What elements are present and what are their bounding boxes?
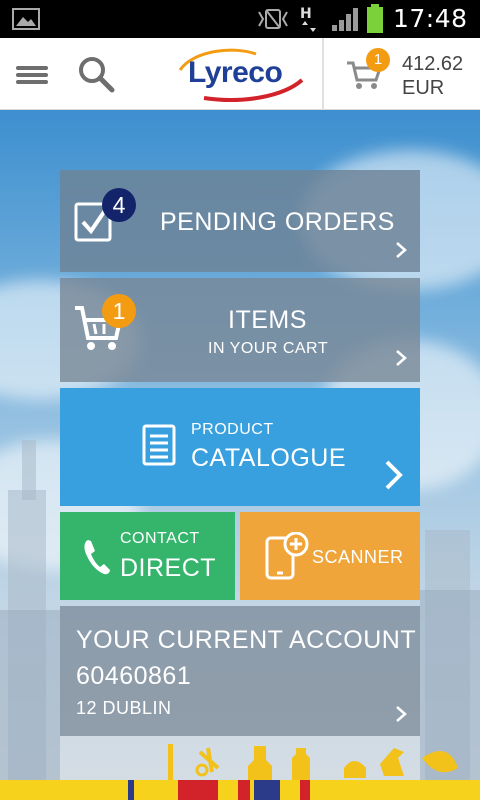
- pending-orders-badge: 4: [102, 188, 136, 222]
- chevron-right-icon: [396, 242, 407, 258]
- cart-items-badge: 1: [102, 294, 136, 328]
- chevron-right-icon: [396, 706, 407, 722]
- phone-icon: [84, 540, 110, 575]
- lyreco-logo: Lyreco: [174, 44, 308, 104]
- app-header: Lyreco 1 412.62 EUR: [0, 38, 480, 110]
- cart-items-title: ITEMS: [228, 306, 307, 334]
- header-cart-button[interactable]: 1 412.62 EUR: [330, 38, 480, 110]
- status-bar: H 17:48: [0, 0, 480, 38]
- account-location: 12 DUBLIN: [76, 698, 172, 718]
- status-time: 17:48: [393, 4, 468, 33]
- account-number: 60460861: [76, 662, 192, 690]
- cart-currency: EUR: [402, 77, 445, 99]
- scanner-phone-icon: [265, 532, 309, 580]
- office-tools-decoration: [168, 744, 458, 780]
- vibrate-icon: [258, 9, 288, 29]
- contact-small-label: CONTACT: [120, 530, 200, 547]
- cart-total-value: 412.62: [402, 53, 464, 75]
- scanner-label: SCANNER: [312, 547, 404, 567]
- pending-orders-tile[interactable]: 4 PENDING ORDERS: [60, 170, 420, 272]
- cart-items-subtitle: IN YOUR CART: [208, 340, 329, 357]
- contact-big-label: DIRECT: [120, 554, 217, 582]
- svg-text:H: H: [300, 6, 312, 22]
- bottom-color-stripe: [0, 780, 480, 800]
- account-title: YOUR CURRENT ACCOUNT: [76, 626, 417, 654]
- header-divider: [322, 38, 324, 110]
- gallery-icon: [12, 8, 40, 30]
- catalogue-small-label: PRODUCT: [191, 421, 274, 438]
- cart-total: 412.62 EUR: [402, 52, 463, 100]
- contact-direct-tile[interactable]: CONTACT DIRECT: [60, 512, 235, 600]
- pending-orders-label: PENDING ORDERS: [160, 208, 395, 236]
- document-icon: [142, 424, 176, 466]
- items-in-cart-tile[interactable]: 1 ITEMS IN YOUR CART: [60, 278, 420, 382]
- cart-count-badge: 1: [366, 48, 390, 72]
- menu-icon[interactable]: [14, 60, 50, 90]
- battery-icon: [367, 4, 383, 33]
- scanner-tile[interactable]: SCANNER: [240, 512, 420, 600]
- signal-icon: [332, 8, 358, 31]
- catalogue-big-label: CATALOGUE: [191, 444, 346, 472]
- search-icon[interactable]: [76, 54, 116, 94]
- product-catalogue-tile[interactable]: PRODUCT CATALOGUE: [60, 388, 420, 506]
- logo-text: Lyreco: [188, 56, 283, 89]
- current-account-tile[interactable]: YOUR CURRENT ACCOUNT 60460861 12 DUBLIN: [60, 606, 420, 736]
- chevron-right-icon: [385, 460, 403, 490]
- chevron-right-icon: [396, 350, 407, 366]
- h-network-icon: H: [300, 6, 316, 32]
